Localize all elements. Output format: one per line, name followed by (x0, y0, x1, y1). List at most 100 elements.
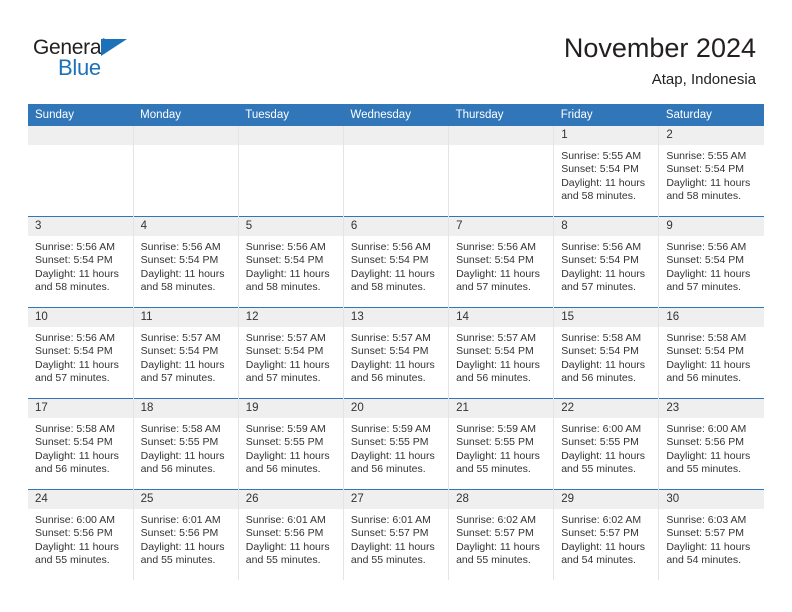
day-details: Sunrise: 5:56 AM Sunset: 5:54 PM Daylight:… (554, 236, 658, 295)
sunset-text: Sunset: 5:56 PM (140, 527, 219, 540)
daylight-text: Daylight: 11 hours and 54 minutes. (666, 540, 751, 567)
day-details: Sunrise: 6:00 AM Sunset: 5:55 PM Daylight:… (554, 418, 658, 477)
day-number: 12 (238, 308, 343, 327)
sunrise-text: Sunrise: 5:59 AM (245, 423, 326, 435)
day-cell[interactable]: 6 Sunrise: 5:56 AM Sunset: 5:54 PM Daylight… (343, 216, 450, 308)
day-cell[interactable]: 26 Sunrise: 6:01 AM Sunset: 5:56 PM Dayligh… (238, 489, 344, 580)
day-number: 16 (659, 308, 764, 327)
day-details: Sunrise: 5:57 AM Sunset: 5:54 PM Daylight:… (239, 327, 343, 386)
sunset-text: Sunset: 5:54 PM (35, 436, 113, 449)
day-cell[interactable]: 7 Sunrise: 5:56 AM Sunset: 5:54 PM Daylight… (448, 216, 555, 308)
sunrise-text: Sunrise: 5:57 AM (350, 332, 431, 344)
day-details: Sunrise: 5:58 AM Sunset: 5:55 PM Daylight:… (134, 418, 238, 477)
sunrise-text: Sunrise: 5:56 AM (35, 241, 115, 253)
day-details: Sunrise: 5:58 AM Sunset: 5:54 PM Daylight:… (554, 327, 658, 386)
sunset-text: Sunset: 5:54 PM (561, 254, 639, 267)
daylight-text: Daylight: 11 hours and 57 minutes. (35, 358, 119, 385)
daylight-text: Daylight: 11 hours and 56 minutes. (350, 449, 435, 476)
weekday-header-wednesday: Wednesday (343, 104, 449, 126)
day-cell[interactable]: 18 Sunrise: 5:58 AM Sunset: 5:55 PM Dayligh… (133, 398, 239, 490)
day-cell[interactable]: 12 Sunrise: 5:57 AM Sunset: 5:54 PM Dayligh… (238, 307, 344, 399)
sunrise-text: Sunrise: 5:59 AM (456, 423, 537, 435)
day-details: Sunrise: 5:55 AM Sunset: 5:54 PM Daylight:… (554, 145, 658, 204)
page-header: General Blue November 2024 Atap, Indones… (0, 0, 792, 104)
page-title: November 2024 (563, 33, 756, 63)
day-number: 23 (659, 399, 764, 418)
sunset-text: Sunset: 5:54 PM (666, 163, 744, 176)
daylight-text: Daylight: 11 hours and 55 minutes. (456, 540, 540, 567)
daylight-text: Daylight: 11 hours and 56 minutes. (35, 449, 119, 476)
sunset-text: Sunset: 5:54 PM (666, 345, 744, 358)
day-number: 11 (133, 308, 238, 327)
sunrise-text: Sunrise: 5:56 AM (35, 332, 115, 344)
sunset-text: Sunset: 5:57 PM (666, 527, 744, 540)
day-number: 29 (554, 490, 659, 509)
day-cell[interactable]: 23 Sunrise: 6:00 AM Sunset: 5:56 PM Dayligh… (658, 398, 764, 490)
day-cell[interactable] (238, 126, 344, 217)
sunset-text: Sunset: 5:55 PM (245, 436, 324, 449)
day-number: 10 (28, 308, 133, 327)
day-cell[interactable]: 21 Sunrise: 5:59 AM Sunset: 5:55 PM Dayligh… (448, 398, 555, 490)
daylight-text: Daylight: 11 hours and 57 minutes. (561, 267, 646, 294)
day-cell[interactable]: 1 Sunrise: 5:55 AM Sunset: 5:54 PM Daylight… (553, 126, 660, 217)
day-cell[interactable]: 14 Sunrise: 5:57 AM Sunset: 5:54 PM Dayligh… (448, 307, 555, 399)
sunrise-text: Sunrise: 5:57 AM (245, 332, 326, 344)
day-number: 17 (28, 399, 133, 418)
day-cell[interactable]: 19 Sunrise: 5:59 AM Sunset: 5:55 PM Dayligh… (238, 398, 344, 490)
day-cell[interactable]: 2 Sunrise: 5:55 AM Sunset: 5:54 PM Daylight… (658, 126, 764, 217)
day-cell[interactable]: 28 Sunrise: 6:02 AM Sunset: 5:57 PM Dayligh… (448, 489, 555, 580)
sunset-text: Sunset: 5:57 PM (350, 527, 429, 540)
day-cell[interactable]: 4 Sunrise: 5:56 AM Sunset: 5:54 PM Daylight… (133, 216, 239, 308)
daylight-text: Daylight: 11 hours and 56 minutes. (140, 449, 225, 476)
sunset-text: Sunset: 5:54 PM (35, 254, 113, 267)
day-cell[interactable] (28, 126, 134, 217)
day-number: 24 (28, 490, 133, 509)
day-details: Sunrise: 5:57 AM Sunset: 5:54 PM Daylight:… (449, 327, 553, 386)
day-details: Sunrise: 6:02 AM Sunset: 5:57 PM Daylight:… (449, 509, 553, 568)
sunset-text: Sunset: 5:55 PM (350, 436, 429, 449)
day-cell[interactable]: 3 Sunrise: 5:56 AM Sunset: 5:54 PM Daylight… (28, 216, 134, 308)
day-cell[interactable]: 5 Sunrise: 5:56 AM Sunset: 5:54 PM Daylight… (238, 216, 344, 308)
day-cell[interactable] (448, 126, 555, 217)
sunrise-text: Sunrise: 6:02 AM (456, 514, 537, 526)
sunrise-text: Sunrise: 5:56 AM (140, 241, 221, 253)
day-cell[interactable]: 22 Sunrise: 6:00 AM Sunset: 5:55 PM Dayligh… (553, 398, 660, 490)
day-cell[interactable] (343, 126, 450, 217)
day-cell[interactable]: 11 Sunrise: 5:57 AM Sunset: 5:54 PM Dayligh… (133, 307, 239, 399)
day-details: Sunrise: 5:56 AM Sunset: 5:54 PM Daylight:… (239, 236, 343, 295)
day-cell[interactable]: 9 Sunrise: 5:56 AM Sunset: 5:54 PM Daylight… (658, 216, 764, 308)
daylight-text: Daylight: 11 hours and 54 minutes. (561, 540, 646, 567)
day-details: Sunrise: 5:56 AM Sunset: 5:54 PM Daylight:… (659, 236, 764, 295)
day-cell[interactable]: 29 Sunrise: 6:02 AM Sunset: 5:57 PM Dayligh… (553, 489, 660, 580)
day-details: Sunrise: 5:56 AM Sunset: 5:54 PM Daylight:… (449, 236, 553, 295)
day-number: 9 (659, 217, 764, 236)
day-cell[interactable]: 16 Sunrise: 5:58 AM Sunset: 5:54 PM Dayligh… (658, 307, 764, 399)
day-number: 3 (28, 217, 133, 236)
day-cell[interactable]: 25 Sunrise: 6:01 AM Sunset: 5:56 PM Dayligh… (133, 489, 239, 580)
day-cell[interactable]: 24 Sunrise: 6:00 AM Sunset: 5:56 PM Dayligh… (28, 489, 134, 580)
daylight-text: Daylight: 11 hours and 55 minutes. (666, 449, 751, 476)
day-cell[interactable]: 15 Sunrise: 5:58 AM Sunset: 5:54 PM Dayligh… (553, 307, 660, 399)
day-cell[interactable]: 27 Sunrise: 6:01 AM Sunset: 5:57 PM Dayligh… (343, 489, 450, 580)
day-cell[interactable]: 17 Sunrise: 5:58 AM Sunset: 5:54 PM Dayligh… (28, 398, 134, 490)
sunrise-text: Sunrise: 6:00 AM (666, 423, 747, 435)
sunset-text: Sunset: 5:54 PM (140, 254, 219, 267)
logo-triangle-icon (101, 39, 127, 56)
day-number (28, 126, 133, 145)
day-cell[interactable]: 30 Sunrise: 6:03 AM Sunset: 5:57 PM Dayligh… (658, 489, 764, 580)
day-number: 22 (554, 399, 659, 418)
day-cell[interactable]: 10 Sunrise: 5:56 AM Sunset: 5:54 PM Dayligh… (28, 307, 134, 399)
sunrise-text: Sunrise: 6:01 AM (350, 514, 431, 526)
day-details: Sunrise: 6:01 AM Sunset: 5:56 PM Daylight:… (134, 509, 238, 568)
calendar-page: General Blue November 2024 Atap, Indones… (0, 0, 792, 612)
day-cell[interactable]: 8 Sunrise: 5:56 AM Sunset: 5:54 PM Daylight… (553, 216, 660, 308)
day-details: Sunrise: 5:59 AM Sunset: 5:55 PM Daylight:… (239, 418, 343, 477)
sunrise-text: Sunrise: 5:58 AM (561, 332, 642, 344)
week-row: 24 Sunrise: 6:00 AM Sunset: 5:56 PM Dayligh… (28, 489, 764, 580)
day-cell[interactable]: 20 Sunrise: 5:59 AM Sunset: 5:55 PM Dayligh… (343, 398, 450, 490)
day-cell[interactable]: 13 Sunrise: 5:57 AM Sunset: 5:54 PM Dayligh… (343, 307, 450, 399)
calendar-body: 1 Sunrise: 5:55 AM Sunset: 5:54 PM Daylight… (28, 126, 764, 580)
sunset-text: Sunset: 5:54 PM (245, 254, 324, 267)
day-details: Sunrise: 6:03 AM Sunset: 5:57 PM Daylight:… (659, 509, 764, 568)
day-cell[interactable] (133, 126, 239, 217)
